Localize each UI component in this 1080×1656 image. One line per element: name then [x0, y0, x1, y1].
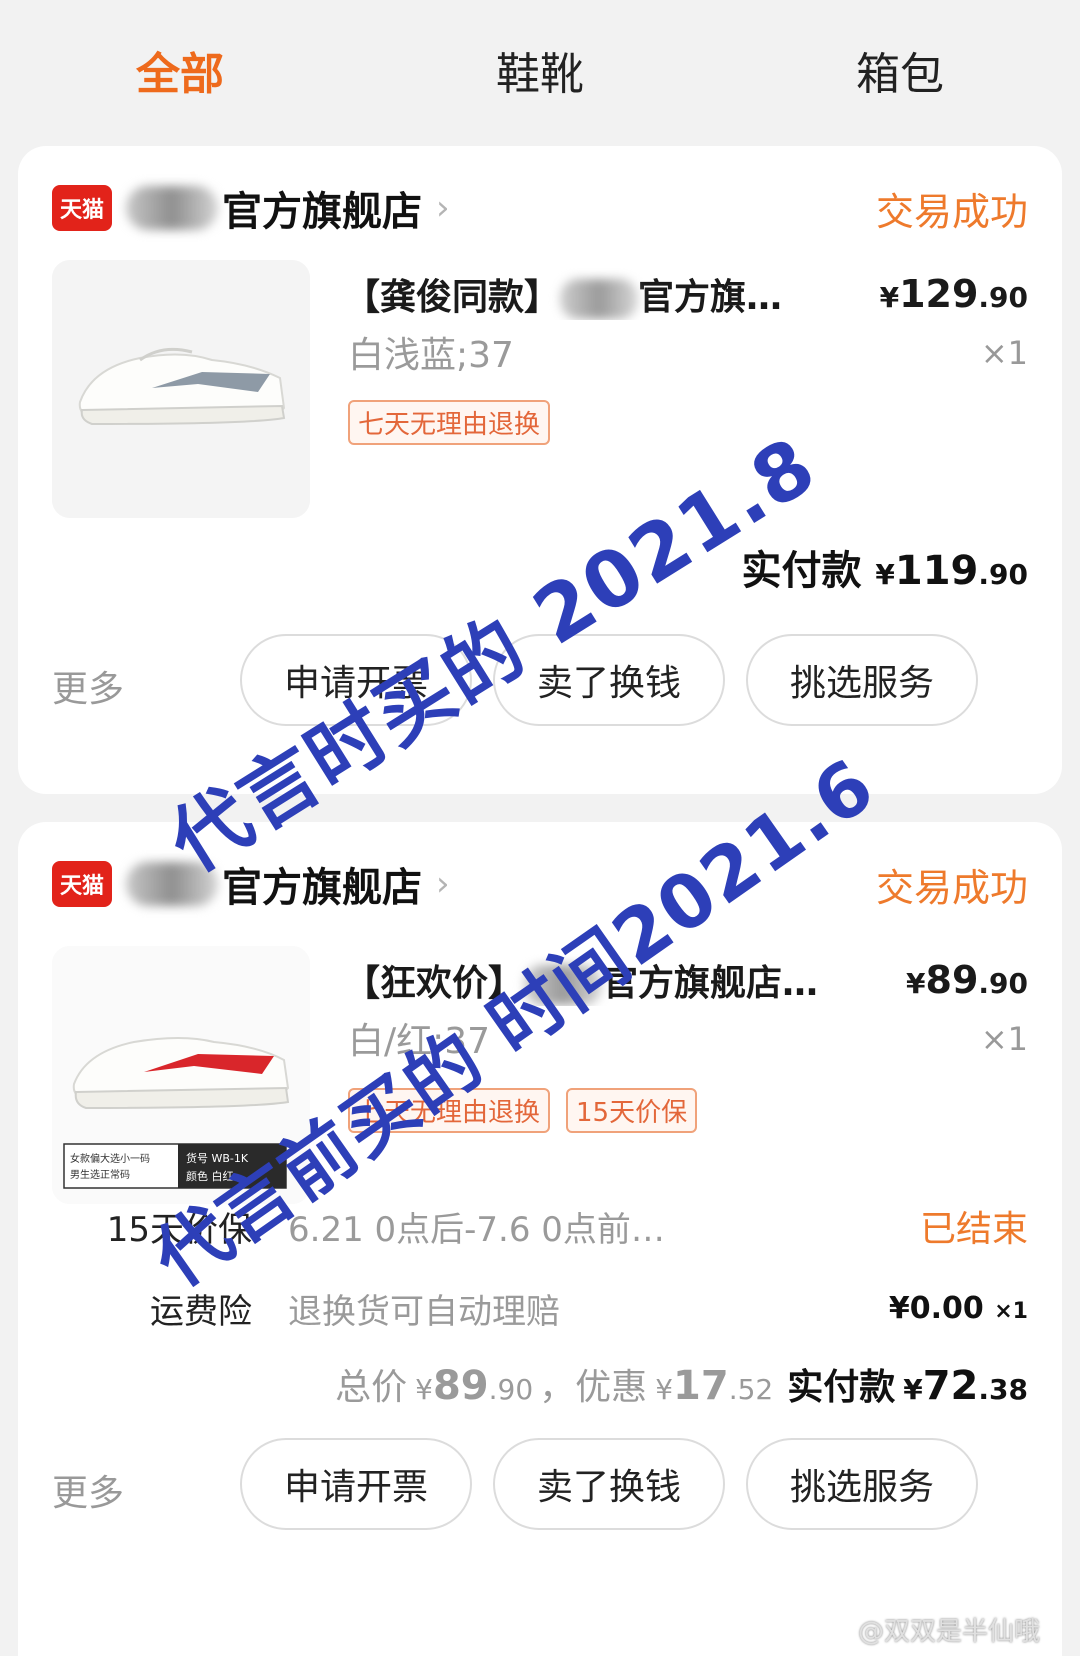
chevron-right-icon: › [436, 188, 450, 228]
weibo-watermark: @双双是半仙哦 [857, 1617, 1040, 1647]
product-sku: 白浅蓝;37 [348, 335, 514, 376]
service-status: 已结束 [919, 1209, 1028, 1250]
redacted-shop-name [126, 186, 218, 230]
order-status: 交易成功 [875, 865, 1028, 910]
return-policy-tag: 七天无理由退换 [348, 400, 551, 445]
shipping-insurance-row[interactable]: 运费险 退换货可自动理赔 ¥0.00 ×1 [18, 1280, 1028, 1336]
tab-shoes[interactable]: 鞋靴 [360, 0, 720, 140]
chevron-right-icon: › [436, 864, 450, 904]
price-protection-tag: 15天价保 [566, 1088, 698, 1133]
choose-service-button[interactable]: 挑选服务 [746, 634, 978, 726]
paid-amount: 实付款 ¥119.90 [741, 548, 1028, 594]
apply-invoice-button[interactable]: 申请开票 [240, 1438, 472, 1530]
product-price: ¥89.90 [906, 958, 1028, 1002]
choose-service-button[interactable]: 挑选服务 [746, 1438, 978, 1530]
product-quantity: ×1 [980, 334, 1028, 372]
service-desc: 退换货可自动理赔 [288, 1291, 560, 1332]
service-desc: 6.21 0点后-7.6 0点前… [288, 1209, 665, 1250]
order-total-row: 总价 ¥89.90 ，优惠 ¥17.52 实付款 ¥72.38 [335, 1363, 1028, 1409]
sell-for-cash-button[interactable]: 卖了换钱 [493, 1438, 725, 1530]
order-status: 交易成功 [875, 189, 1028, 234]
product-title-row[interactable]: 【龚俊同款】 官方旗… ¥129.90 [344, 264, 1028, 324]
svg-text:女款偏大选小一码: 女款偏大选小一码 [70, 1152, 150, 1165]
tmall-logo-icon: 天猫 [52, 861, 112, 907]
more-link[interactable]: 更多 [52, 1464, 124, 1516]
shop-header[interactable]: 天猫 官方旗舰店 › 交易成功 [52, 176, 1028, 240]
tab-all[interactable]: 全部 [0, 0, 360, 140]
product-quantity: ×1 [980, 1020, 1028, 1058]
service-label: 运费险 [150, 1291, 252, 1332]
order-list-page: 全部 鞋靴 箱包 天猫 官方旗舰店 › 交易成功 【龚俊同款】 官方旗… ¥129… [0, 0, 1080, 1656]
product-tags: 七天无理由退换 [348, 400, 551, 445]
product-price: ¥129.90 [879, 272, 1028, 316]
service-amount: ¥0.00 ×1 [888, 1290, 1028, 1326]
shop-name: 官方旗舰店 [222, 189, 422, 235]
more-link[interactable]: 更多 [52, 660, 124, 712]
order-card: 天猫 官方旗舰店 › 交易成功 【龚俊同款】 官方旗… ¥129.90 白浅蓝;3… [18, 146, 1062, 794]
redacted-text [560, 279, 639, 319]
tab-bags[interactable]: 箱包 [720, 0, 1080, 140]
category-tabs: 全部 鞋靴 箱包 [0, 0, 1080, 140]
tmall-logo-icon: 天猫 [52, 185, 112, 231]
sneaker-image [52, 260, 310, 518]
svg-text:男生选正常码: 男生选正常码 [70, 1168, 130, 1181]
product-title: 【龚俊同款】 官方旗… [344, 277, 783, 319]
product-thumbnail[interactable] [52, 260, 310, 518]
